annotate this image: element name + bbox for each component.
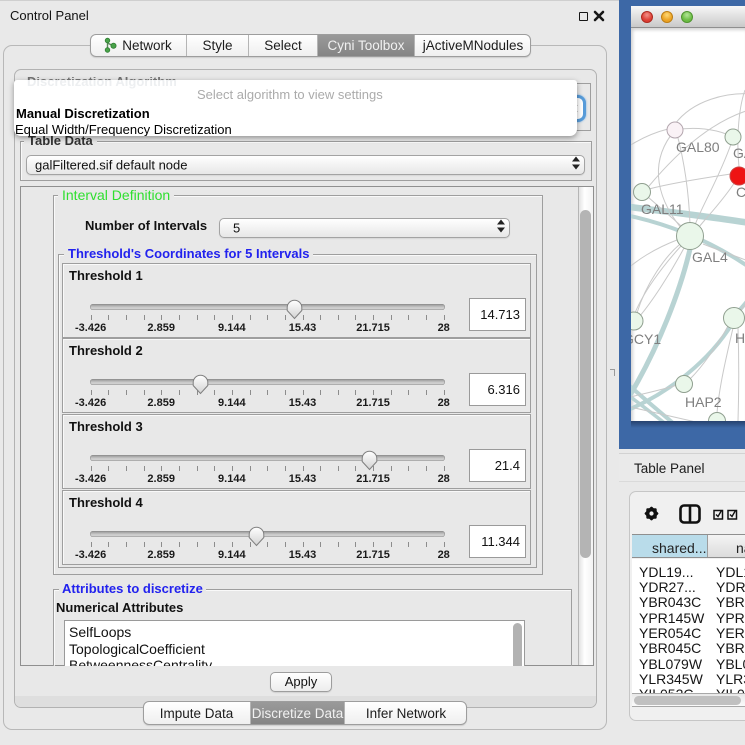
svg-text:GAL11: GAL11 (641, 201, 684, 217)
svg-text:GA: GA (733, 145, 745, 161)
svg-text:HI: HI (735, 330, 745, 346)
svg-text:GAL80: GAL80 (676, 139, 720, 155)
svg-text:HAP2: HAP2 (685, 394, 722, 410)
svg-text:GCY1: GCY1 (631, 331, 661, 347)
svg-text:GAL4: GAL4 (692, 249, 728, 265)
svg-text:CY: CY (736, 184, 745, 200)
